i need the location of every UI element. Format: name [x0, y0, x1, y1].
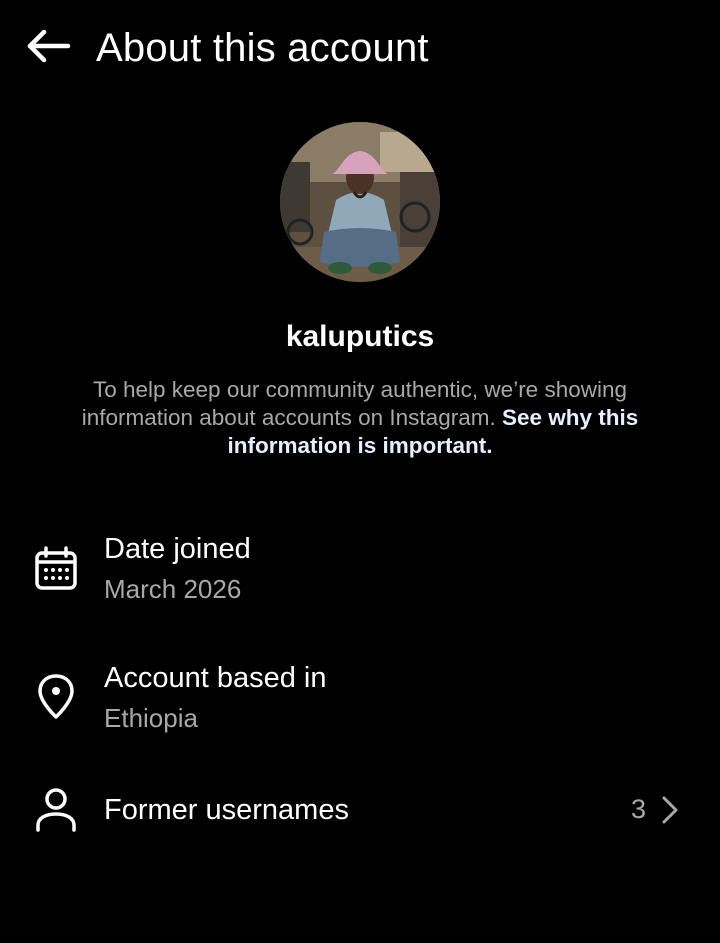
info-description: To help keep our community authentic, we… [50, 376, 670, 460]
location-icon-wrap [30, 671, 82, 723]
former-usernames-count: 3 [630, 794, 646, 824]
calendar-icon [35, 546, 77, 590]
former-usernames-row[interactable]: Former usernames 3 [0, 784, 720, 836]
former-usernames-label: Former usernames [104, 794, 349, 826]
based-in-label: Account based in [104, 662, 327, 694]
chevron-right-icon [662, 796, 678, 824]
back-button[interactable] [20, 24, 76, 68]
profile-avatar[interactable] [280, 122, 440, 282]
app-header: About this account [0, 0, 720, 96]
profile-username: kaluputics [285, 320, 435, 353]
date-joined-label: Date joined [104, 533, 251, 565]
date-joined-value: March 2026 [104, 574, 242, 604]
account-based-in-row: Account based in Ethiopia [0, 660, 720, 740]
person-icon [36, 788, 76, 832]
profile-photo [280, 122, 440, 282]
page-title: About this account [96, 26, 429, 70]
location-pin-icon [38, 674, 74, 719]
person-icon-wrap [30, 784, 82, 836]
arrow-left-icon [27, 29, 71, 63]
date-joined-row: Date joined March 2026 [0, 530, 720, 610]
chevron-wrap [658, 793, 682, 827]
based-in-value: Ethiopia [104, 703, 198, 733]
calendar-icon-wrap [30, 543, 82, 595]
